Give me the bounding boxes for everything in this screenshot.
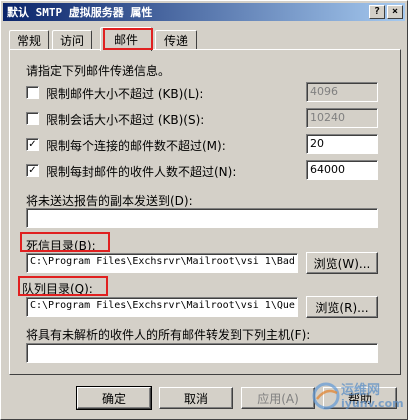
message-size-field[interactable]: 4096 [306, 82, 378, 102]
messages-per-connection-field[interactable]: 20 [306, 134, 378, 154]
limit-recipients-checkbox[interactable]: ✓ [26, 164, 39, 177]
forward-host-field[interactable] [26, 343, 378, 363]
queue-directory-field[interactable]: C:\Program Files\Exchsrvr\Mailroot\vsi 1… [26, 297, 298, 317]
tab-general[interactable]: 常规 [9, 30, 49, 50]
title-bar: 默认 SMTP 虚拟服务器 属性 ? × [3, 3, 405, 21]
tab-delivery[interactable]: 传递 [155, 30, 197, 50]
ok-button[interactable]: 确定 [76, 386, 152, 410]
properties-dialog: 默认 SMTP 虚拟服务器 属性 ? × 常规 访问 邮件 传递 请指定下列邮件… [0, 0, 408, 420]
ndr-copy-field[interactable] [26, 208, 378, 228]
help-button[interactable]: 帮助 [323, 387, 397, 409]
queue-browse-button[interactable]: 浏览(R)... [306, 296, 378, 318]
limit-message-size-checkbox[interactable] [26, 86, 39, 99]
close-title-button[interactable]: × [387, 5, 403, 19]
messages-panel: 请指定下列邮件传递信息。 限制邮件大小不超过 (KB)(L): 4096 限制会… [9, 49, 401, 375]
badmail-browse-button[interactable]: 浏览(W)... [306, 252, 378, 274]
apply-button[interactable]: 应用(A) [241, 387, 315, 409]
session-size-field[interactable]: 10240 [306, 108, 378, 128]
cancel-button[interactable]: 取消 [159, 387, 233, 409]
intro-text: 请指定下列邮件传递信息。 [26, 64, 171, 78]
tab-messages[interactable]: 邮件 [100, 27, 152, 51]
badmail-directory-label: 死信目录(B): [26, 239, 96, 253]
help-title-button[interactable]: ? [369, 5, 385, 19]
limit-recipients-label: 限制每封邮件的收件人数不超过(N): [46, 165, 237, 179]
badmail-directory-field[interactable]: C:\Program Files\Exchsrvr\Mailroot\vsi 1… [26, 253, 298, 273]
recipients-field[interactable]: 64000 [306, 160, 378, 180]
limit-session-size-label: 限制会话大小不超过 (KB)(S): [46, 113, 205, 127]
ndr-copy-label: 将未送达报告的副本发送到(D): [26, 194, 193, 208]
tab-access[interactable]: 访问 [52, 30, 92, 50]
limit-messages-per-connection-label: 限制每个连接的邮件数不超过(M): [46, 139, 226, 153]
window-title: 默认 SMTP 虚拟服务器 属性 [7, 6, 153, 19]
limit-message-size-label: 限制邮件大小不超过 (KB)(L): [46, 87, 204, 101]
limit-messages-per-connection-checkbox[interactable]: ✓ [26, 138, 39, 151]
limit-session-size-checkbox[interactable] [26, 112, 39, 125]
queue-directory-label: 队列目录(Q): [22, 282, 93, 296]
forward-host-label: 将具有未解析的收件人的所有邮件转发到下列主机(F): [26, 328, 311, 342]
